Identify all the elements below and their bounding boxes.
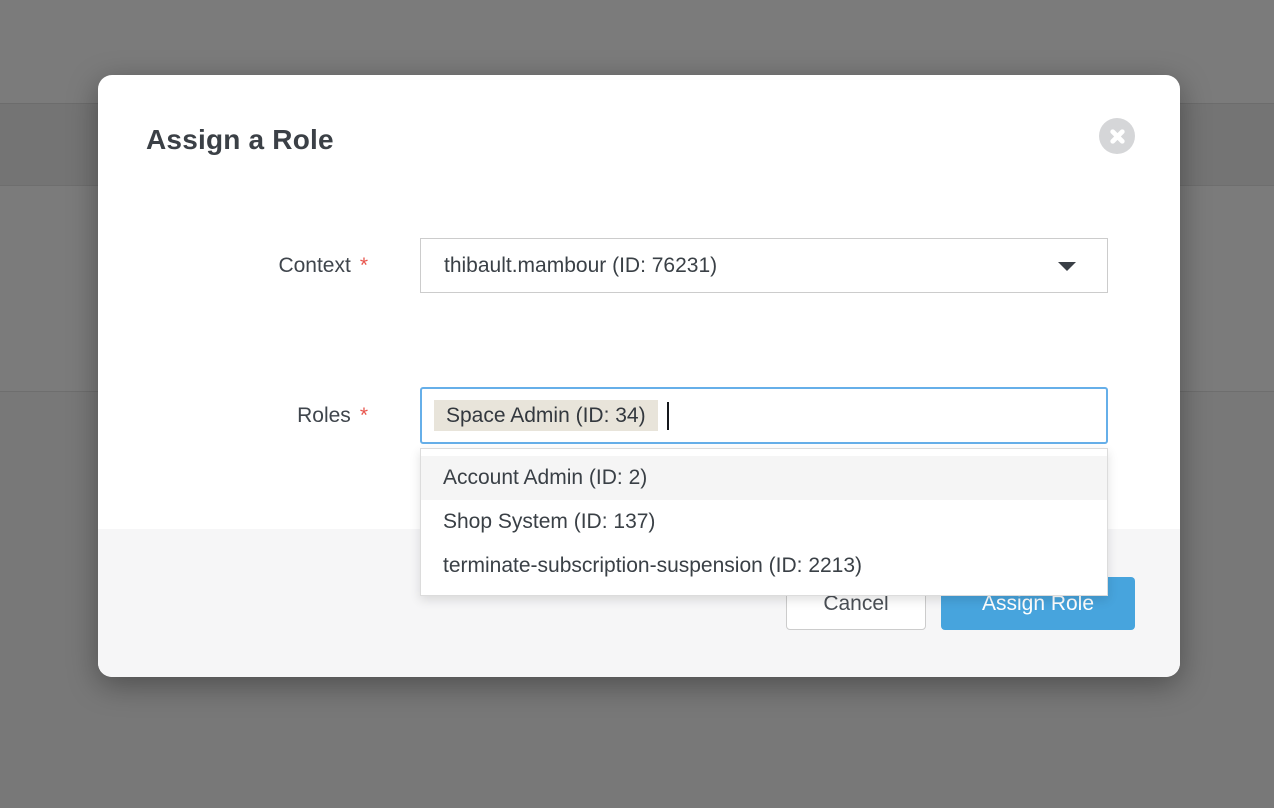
option-shop-system[interactable]: Shop System (ID: 137)	[421, 500, 1107, 544]
modal-title: Assign a Role	[146, 124, 334, 156]
roles-label-text: Roles	[297, 404, 351, 427]
context-label-text: Context	[278, 254, 350, 277]
roles-label: Roles *	[98, 387, 368, 444]
context-label: Context *	[98, 238, 368, 293]
context-required-asterisk: *	[360, 254, 368, 277]
context-select[interactable]: thibault.mambour (ID: 76231)	[420, 238, 1108, 293]
text-cursor	[667, 402, 669, 430]
close-icon	[1109, 128, 1126, 145]
assign-role-modal: Assign a Role Context * thibault.mambour …	[98, 75, 1180, 677]
option-account-admin[interactable]: Account Admin (ID: 2)	[421, 456, 1107, 500]
roles-input[interactable]: Space Admin (ID: 34)	[420, 387, 1108, 444]
roles-options-list: Account Admin (ID: 2) Shop System (ID: 1…	[420, 448, 1108, 596]
close-button[interactable]	[1099, 118, 1135, 154]
chevron-down-icon	[1058, 262, 1076, 271]
role-tag-space-admin[interactable]: Space Admin (ID: 34)	[434, 400, 658, 431]
context-selected-value: thibault.mambour (ID: 76231)	[421, 254, 717, 278]
option-terminate-subscription-suspension[interactable]: terminate-subscription-suspension (ID: 2…	[421, 544, 1107, 588]
roles-required-asterisk: *	[360, 404, 368, 427]
